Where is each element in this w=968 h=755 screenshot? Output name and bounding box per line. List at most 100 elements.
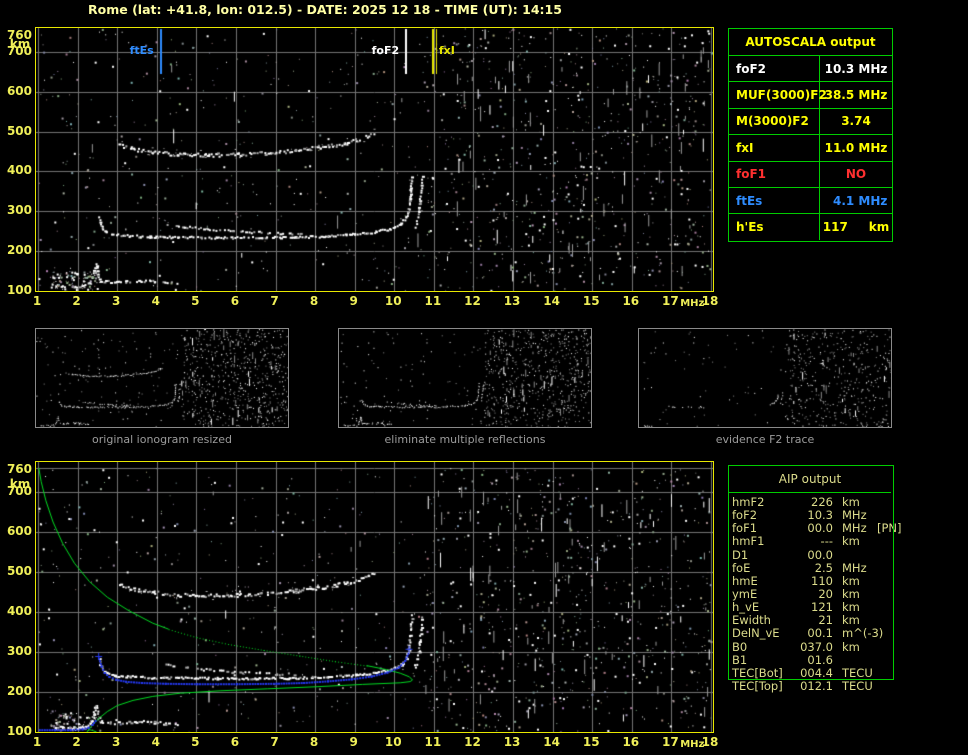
x-tick-label: 12: [464, 735, 481, 749]
aip-row-label: TEC[Top]: [732, 678, 783, 693]
x-tick-label: 10: [384, 735, 402, 749]
x-tick-label: 17: [662, 294, 679, 308]
aip-row-extra: [873, 575, 890, 588]
aip-row: B0 037.0 km: [732, 639, 890, 654]
thumbnail-original-ionogram: [35, 328, 289, 428]
autoscala-row-label: M(3000)F2: [729, 108, 820, 135]
x-tick-label: 15: [582, 735, 600, 749]
x-tick-label: 4: [151, 294, 160, 308]
aip-row-value: 00.0: [807, 547, 833, 562]
aip-row-extra: [873, 562, 890, 575]
y-tick-label: 500: [6, 564, 32, 578]
aip-row-unit: MHz: [842, 560, 867, 575]
aip-row-extra: [873, 680, 890, 693]
autoscala-row: M(3000)F2 3.74: [729, 107, 892, 135]
x-tick-label: 9: [349, 735, 358, 749]
aip-row-extra: [873, 601, 890, 614]
aip-row-extra: [873, 667, 890, 680]
autoscala-row-label: MUF(3000)F2: [729, 82, 827, 108]
x-axis-unit: MHz: [680, 298, 705, 309]
aip-row: hmF1 --- km: [732, 535, 890, 548]
aip-row: DelN_vE 00.1 m^(-3): [732, 627, 890, 640]
x-tick-label: 6: [230, 735, 240, 749]
x-axis-unit: MHz: [680, 739, 705, 750]
aip-row-extra: [873, 496, 890, 509]
y-tick-label: 400: [6, 163, 32, 178]
y-tick-label: 400: [6, 604, 32, 618]
autoscala-table-title: AUTOSCALA output: [745, 35, 876, 49]
aip-header-divider: [729, 492, 891, 493]
x-tick-label: 9: [349, 294, 358, 308]
autoscala-row-label: foF1: [729, 161, 820, 187]
aip-row-extra: [873, 641, 890, 654]
autoscala-row: h'Es 117 km: [729, 213, 892, 240]
y-axis-unit: km: [9, 477, 31, 491]
aip-row-label: foE: [732, 560, 751, 575]
aip-row-value: ---: [820, 534, 833, 549]
marker-label-ftes: ftEs: [129, 44, 154, 57]
aip-row-value: 037.0: [800, 639, 833, 654]
x-tick-label: 2: [72, 294, 81, 308]
aip-row-unit: TECU: [842, 678, 873, 693]
thumbnail-eliminate-reflections: [338, 328, 592, 428]
aip-row: foE 2.5 MHz: [732, 560, 890, 575]
y-axis-unit: km: [9, 37, 31, 51]
y-tick-label: 760: [6, 462, 32, 476]
autoscala-row-value: NO: [845, 167, 867, 182]
autoscala-row: fxI 11.0 MHz: [729, 134, 892, 161]
x-tick-label: 8: [309, 735, 319, 749]
autoscala-row-value: 4.1 MHz: [824, 193, 888, 208]
autoscala-row: foF2 10.3 MHz: [729, 55, 892, 82]
x-tick-label: 17: [662, 735, 679, 749]
aip-row-label: DelN_vE: [732, 626, 780, 641]
thumbnail-caption-1: original ionogram resized: [92, 433, 232, 446]
autoscala-row-value: 10.3 MHz: [824, 61, 888, 76]
x-tick-label: 5: [191, 735, 200, 749]
aip-row-unit: km: [842, 534, 860, 549]
y-tick-label: 500: [6, 123, 32, 138]
aip-table-title: AIP output: [778, 472, 842, 486]
y-tick-label: 200: [6, 684, 32, 698]
aip-output-rows: hmF2 226 km foF2 10.3 MHz foF1 00.0 MHz [PN] hmF1-…: [732, 495, 902, 693]
aip-row-value: 00.1: [807, 626, 833, 641]
aip-row-unit: [833, 549, 873, 562]
autoscala-row-value: 3.74: [841, 114, 871, 129]
y-tick-label: 100: [6, 283, 32, 297]
autoscala-row-label: ftEs: [729, 187, 820, 214]
x-tick-label: 8: [309, 294, 319, 308]
y-tick-label: 300: [6, 203, 32, 218]
x-tick-label: 7: [270, 294, 279, 308]
x-tick-label: 5: [191, 294, 200, 308]
aip-row: TEC[Top] 012.1 TECU: [732, 678, 890, 693]
y-tick-label: 100: [6, 724, 32, 738]
aip-row: D1 00.0: [732, 547, 890, 562]
aip-row-unit: [833, 654, 873, 667]
aip-row-extra: [873, 654, 890, 667]
x-tick-label: 3: [111, 294, 121, 308]
aip-row-value: 2.5: [814, 560, 833, 575]
y-tick-label: 300: [6, 644, 32, 658]
y-tick-label: 200: [6, 243, 32, 258]
aip-row-label: TEC[Bot]: [732, 665, 783, 680]
marker-label-fxi: fxI: [438, 44, 455, 57]
x-tick-label: 12: [464, 294, 481, 308]
thumbnail-caption-2: eliminate multiple reflections: [384, 433, 546, 446]
x-tick-label: 14: [543, 735, 560, 749]
autoscala-row-label: foF2: [729, 56, 820, 82]
autoscala-row-label: h'Es: [729, 214, 820, 240]
aip-row-extra: [873, 535, 890, 548]
thumbnail-evidence-f2-trace: [638, 328, 892, 428]
aip-row: B1 01.6: [732, 653, 890, 667]
x-tick-label: 14: [543, 294, 560, 308]
x-tick-label: 7: [270, 735, 279, 749]
autoscala-output-table: AUTOSCALA output foF2 10.3 MHz MUF(3000)F2…: [728, 28, 893, 242]
aip-row-extra: [873, 588, 890, 601]
bottom-ionogram-canvas: [35, 461, 714, 733]
aip-row-label: hmF1: [732, 534, 765, 549]
x-tick-label: 4: [151, 735, 160, 749]
autoscala-row-value: 11.0 MHz: [824, 140, 888, 155]
x-tick-label: 3: [111, 735, 121, 749]
aip-row: hmE 110 km: [732, 574, 890, 588]
autoscala-row: ftEs 4.1 MHz: [729, 186, 892, 214]
aip-row-extra: [873, 549, 890, 562]
